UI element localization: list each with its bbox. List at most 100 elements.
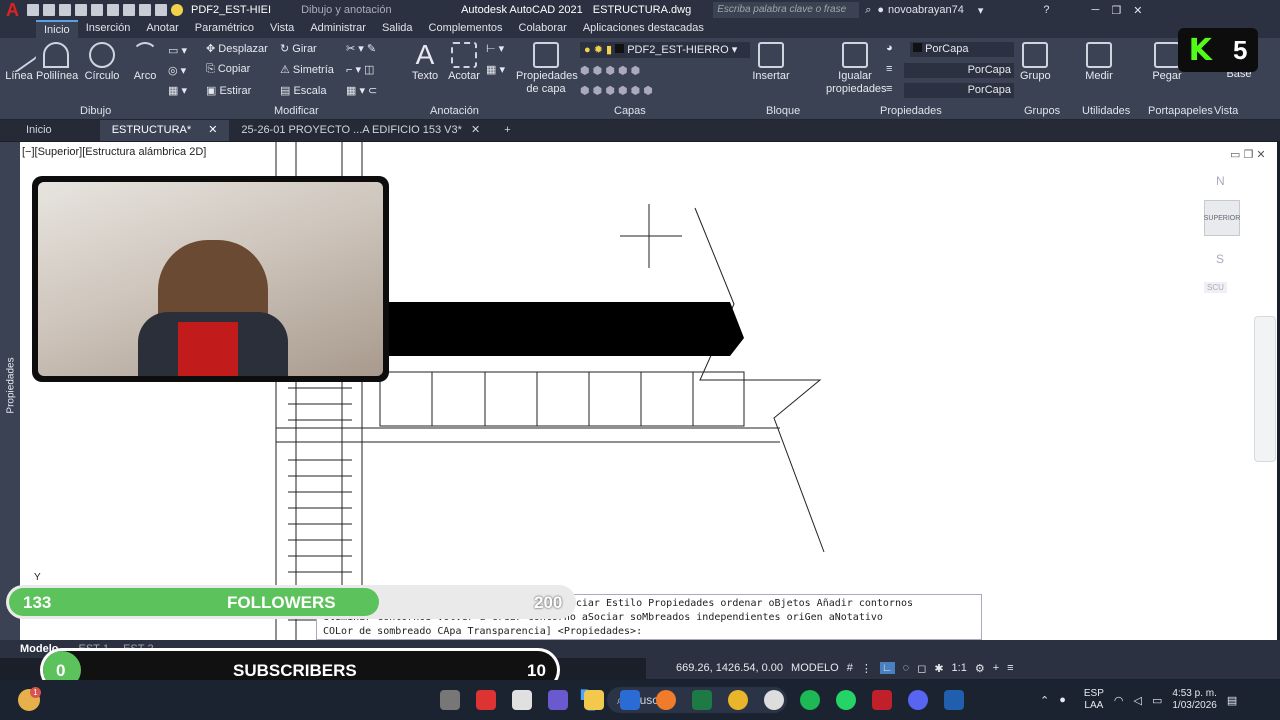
- grid-icon[interactable]: #: [847, 662, 853, 674]
- layer-bulb-icon[interactable]: [171, 4, 183, 16]
- layer-tools-row1[interactable]: ⬢ ⬢ ⬢ ⬢ ⬢: [580, 64, 640, 77]
- osnap-icon[interactable]: ◻: [917, 662, 926, 675]
- doc-tab-inicio[interactable]: Inicio: [0, 120, 100, 141]
- viewcube-north[interactable]: N: [1216, 174, 1225, 188]
- lineweight-dropdown[interactable]: PorCapa: [904, 83, 1014, 98]
- plot-icon[interactable]: [155, 4, 167, 16]
- coordinates-readout[interactable]: 669.26, 1426.54, 0.00: [676, 662, 783, 674]
- plus-icon[interactable]: +: [993, 662, 999, 674]
- firefox-icon[interactable]: [656, 690, 676, 710]
- user-icon[interactable]: ●: [877, 4, 884, 16]
- chrome-icon[interactable]: [728, 690, 748, 710]
- linetype-icon[interactable]: ≡: [886, 63, 892, 75]
- model-space-button[interactable]: MODELO: [791, 662, 839, 674]
- copy-button[interactable]: ⎘ Copiar: [206, 63, 250, 76]
- measure-button[interactable]: Medir: [1082, 42, 1116, 83]
- undo-icon[interactable]: [123, 4, 135, 16]
- arc-button[interactable]: Arco: [130, 42, 160, 83]
- open-icon[interactable]: [43, 4, 55, 16]
- color-wheel-icon[interactable]: ◕: [886, 42, 893, 54]
- chevron-up-icon[interactable]: ⌃: [1040, 694, 1049, 707]
- doc-tab-proyecto[interactable]: 25-26-01 PROYECTO ...A EDIFICIO 153 V3* …: [229, 120, 492, 141]
- battery-icon[interactable]: ▭: [1152, 694, 1162, 707]
- help-icon[interactable]: ?: [1043, 4, 1049, 16]
- viewport-window-controls[interactable]: ▭ ❐ ✕: [1230, 148, 1266, 161]
- viewport-controls[interactable]: [−][Superior][Estructura alámbrica 2D]: [22, 146, 206, 158]
- minimize-icon[interactable]: ─: [1092, 4, 1100, 16]
- polar-icon[interactable]: ◌: [903, 662, 910, 674]
- save-icon[interactable]: [59, 4, 71, 16]
- snap-icon[interactable]: ⋮: [861, 662, 872, 675]
- user-name[interactable]: novoabrayan74: [888, 4, 964, 16]
- match-properties-button[interactable]: Igualar propiedades: [826, 42, 887, 96]
- layer-tools-row2[interactable]: ⬢ ⬢ ⬢ ⬢ ⬢ ⬢: [580, 84, 653, 97]
- ucs-menu[interactable]: SCU: [1204, 282, 1227, 293]
- customize-icon[interactable]: ≡: [1007, 662, 1013, 674]
- settings-icon[interactable]: ⚙: [975, 662, 985, 675]
- layer-combo[interactable]: PDF2_EST-HIEI: [191, 4, 271, 16]
- saveas-icon[interactable]: [75, 4, 87, 16]
- panel-modificar[interactable]: Modificar: [274, 105, 319, 117]
- new-icon[interactable]: [27, 4, 39, 16]
- whatsapp-icon[interactable]: [836, 690, 856, 710]
- mirror-button[interactable]: ⚠ Simetría: [280, 63, 334, 76]
- mic-icon[interactable]: ●: [1059, 694, 1066, 706]
- leader-icon[interactable]: ⊢ ▾: [486, 42, 504, 55]
- github-icon[interactable]: [764, 690, 784, 710]
- app-icon[interactable]: [440, 690, 460, 710]
- panel-anotacion[interactable]: Anotación: [430, 105, 479, 117]
- autocad-icon[interactable]: [872, 690, 892, 710]
- new-tab-icon[interactable]: +: [492, 120, 522, 141]
- excel-icon[interactable]: [692, 690, 712, 710]
- linetype-dropdown[interactable]: PorCapa: [904, 63, 1014, 78]
- panel-vista[interactable]: Vista: [1214, 105, 1238, 117]
- workspace-combo[interactable]: Dibujo y anotación: [301, 4, 431, 16]
- table-icon[interactable]: ▦ ▾: [486, 63, 505, 76]
- viewcube-south[interactable]: S: [1216, 252, 1224, 266]
- tab-salida[interactable]: Salida: [374, 20, 421, 38]
- tab-insercion[interactable]: Inserción: [78, 20, 139, 38]
- spotify-icon[interactable]: [800, 690, 820, 710]
- close-tab-icon[interactable]: ✕: [208, 124, 217, 136]
- panel-grupos[interactable]: Grupos: [1024, 105, 1060, 117]
- viewcube[interactable]: N SUPERIOR S SCU: [1196, 170, 1256, 300]
- text-button[interactable]: A Texto: [410, 40, 440, 83]
- panel-dibujo[interactable]: Dibujo: [80, 105, 111, 117]
- layer-properties-button[interactable]: Propiedades de capa: [516, 42, 578, 96]
- search-input[interactable]: Escriba palabra clave o frase: [713, 2, 860, 18]
- array-icon[interactable]: ▦ ▾ ⊂: [346, 84, 377, 97]
- language-indicator[interactable]: ESP LAA: [1084, 688, 1104, 712]
- navigation-bar[interactable]: [1254, 316, 1276, 462]
- ortho-icon[interactable]: ∟: [879, 662, 895, 674]
- tab-anotar[interactable]: Anotar: [138, 20, 186, 38]
- app-icon[interactable]: [476, 690, 496, 710]
- close-icon[interactable]: ✕: [1133, 4, 1142, 17]
- close-tab-icon[interactable]: ✕: [471, 124, 480, 136]
- autocad-logo-icon[interactable]: A: [6, 0, 19, 20]
- scale-button[interactable]: ▤ Escala: [280, 84, 326, 97]
- app-icon[interactable]: [512, 690, 532, 710]
- circle-button[interactable]: Círculo: [84, 42, 120, 83]
- trim-icon[interactable]: ✂ ▾ ✎: [346, 42, 376, 55]
- stretch-button[interactable]: ▣ Estirar: [206, 84, 251, 97]
- folder-icon[interactable]: [584, 690, 604, 710]
- gradient-icon[interactable]: ▦ ▾: [168, 84, 187, 97]
- insert-button[interactable]: Insertar: [752, 42, 790, 83]
- revit-icon[interactable]: [944, 690, 964, 710]
- color-dropdown[interactable]: PorCapa: [910, 42, 1014, 57]
- print-icon[interactable]: [107, 4, 119, 16]
- group-button[interactable]: Grupo: [1020, 42, 1051, 83]
- tab-vista[interactable]: Vista: [262, 20, 302, 38]
- fillet-icon[interactable]: ⌐ ▾ ◫: [346, 63, 374, 76]
- web-icon[interactable]: [91, 4, 103, 16]
- dimension-button[interactable]: Acotar: [446, 42, 482, 83]
- tab-complementos[interactable]: Complementos: [421, 20, 511, 38]
- rectangle-icon[interactable]: ▭ ▾: [168, 44, 187, 57]
- tab-aplicaciones[interactable]: Aplicaciones destacadas: [575, 20, 712, 38]
- restore-icon[interactable]: ❐: [1111, 4, 1121, 17]
- polyline-button[interactable]: Polilínea: [36, 42, 78, 83]
- cart-icon[interactable]: ▾: [978, 4, 984, 17]
- panel-bloque[interactable]: Bloque: [766, 105, 800, 117]
- discord-icon[interactable]: [908, 690, 928, 710]
- hatch-icon[interactable]: ◎ ▾: [168, 64, 186, 77]
